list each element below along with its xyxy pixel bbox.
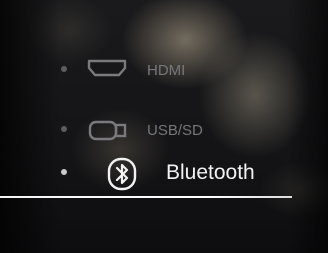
source-label-usb: USB/SD: [147, 122, 203, 139]
source-label-bluetooth: Bluetooth: [166, 161, 255, 184]
bluetooth-icon: [107, 157, 137, 195]
bullet-dot: [61, 126, 67, 132]
source-item-usb[interactable]: USB/SD: [0, 112, 328, 148]
source-select-screen: HDMI USB/SD Bluetooth: [0, 0, 328, 253]
source-item-bluetooth[interactable]: Bluetooth: [0, 156, 328, 192]
hdmi-icon: [86, 57, 128, 85]
source-item-hdmi[interactable]: HDMI: [0, 52, 328, 88]
source-label-hdmi: HDMI: [147, 62, 186, 79]
bullet-dot: [61, 66, 67, 72]
selection-underline: [0, 196, 292, 198]
bullet-dot: [61, 169, 67, 175]
usb-icon: [88, 120, 130, 146]
